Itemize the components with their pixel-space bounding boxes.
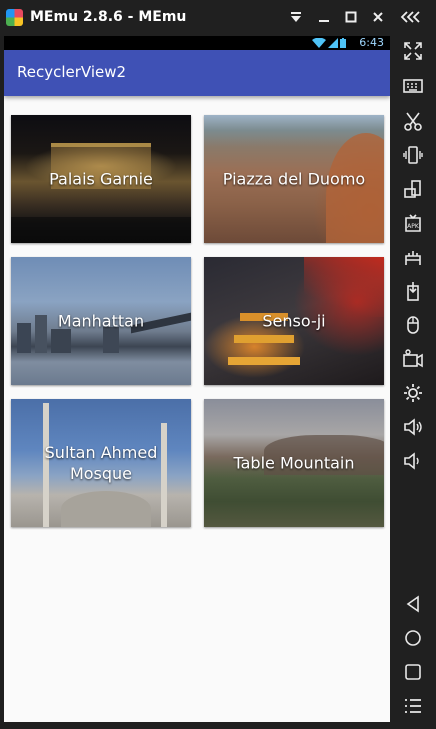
card-label: Sultan Ahmed Mosque <box>44 443 158 483</box>
card-label: Senso-ji <box>262 311 326 331</box>
title-bar[interactable]: MEmu 2.8.6 - MEmu <box>0 0 436 36</box>
card-palais-garnier[interactable]: Palais Garnie <box>11 115 191 243</box>
card-label: Table Mountain <box>233 453 355 473</box>
network-icon[interactable] <box>398 244 428 270</box>
emulator-sidebar: APK <box>390 36 436 729</box>
shake-icon[interactable] <box>398 142 428 168</box>
svg-text:APK: APK <box>407 223 420 230</box>
window-title: MEmu 2.8.6 - MEmu <box>30 9 187 25</box>
menu-icon[interactable] <box>398 693 428 719</box>
install-icon[interactable] <box>398 278 428 304</box>
maximize-icon[interactable] <box>340 6 362 28</box>
record-icon[interactable] <box>398 346 428 372</box>
app-title: RecyclerView2 <box>17 63 127 81</box>
close-icon[interactable] <box>367 6 389 28</box>
settings-icon[interactable] <box>398 380 428 406</box>
back-icon[interactable] <box>398 591 428 617</box>
pagoda-tier <box>234 335 294 343</box>
status-icons <box>312 38 346 48</box>
card-piazza-del-duomo[interactable]: Piazza del Duomo <box>204 115 384 243</box>
card-senso-ji[interactable]: Senso-ji <box>204 257 384 385</box>
card-label: Piazza del Duomo <box>222 169 366 189</box>
home-icon[interactable] <box>398 625 428 651</box>
keyboard-icon[interactable] <box>398 73 428 99</box>
battery-icon <box>340 38 346 48</box>
skyline-building <box>51 329 71 353</box>
minimize-icon[interactable] <box>313 6 335 28</box>
mouse-icon[interactable] <box>398 312 428 338</box>
status-bar: 6:43 <box>4 36 390 50</box>
pagoda-tier <box>228 357 300 365</box>
memu-logo-icon <box>6 9 23 26</box>
apk-icon[interactable]: APK <box>398 210 428 236</box>
recents-icon[interactable] <box>398 659 428 685</box>
card-table-mountain[interactable]: Table Mountain <box>204 399 384 527</box>
card-manhattan[interactable]: Manhattan <box>11 257 191 385</box>
fullscreen-icon[interactable] <box>398 38 428 64</box>
volume-down-icon[interactable] <box>398 448 428 474</box>
android-screen[interactable]: 6:43 RecyclerView2 Palais Garnie Piazza … <box>4 36 390 722</box>
wifi-icon <box>312 38 326 48</box>
status-time: 6:43 <box>359 36 384 49</box>
temple-roof <box>304 257 384 317</box>
collapse-sidebar-icon[interactable] <box>398 6 424 28</box>
card-label: Manhattan <box>57 311 145 331</box>
card-label: Palais Garnie <box>49 169 153 189</box>
volume-up-icon[interactable] <box>398 414 428 440</box>
signal-icon <box>328 38 338 48</box>
dropdown-icon[interactable] <box>285 6 307 28</box>
street-shadow <box>11 217 191 243</box>
mosque-dome <box>61 491 151 527</box>
emulator-window: MEmu 2.8.6 - MEmu 6:43 RecyclerView2 Pal… <box>0 0 436 729</box>
card-sultan-ahmed-mosque[interactable]: Sultan Ahmed Mosque <box>11 399 191 527</box>
rotate-icon[interactable] <box>398 176 428 202</box>
scissors-icon[interactable] <box>398 108 428 134</box>
app-bar: RecyclerView2 <box>4 50 390 96</box>
